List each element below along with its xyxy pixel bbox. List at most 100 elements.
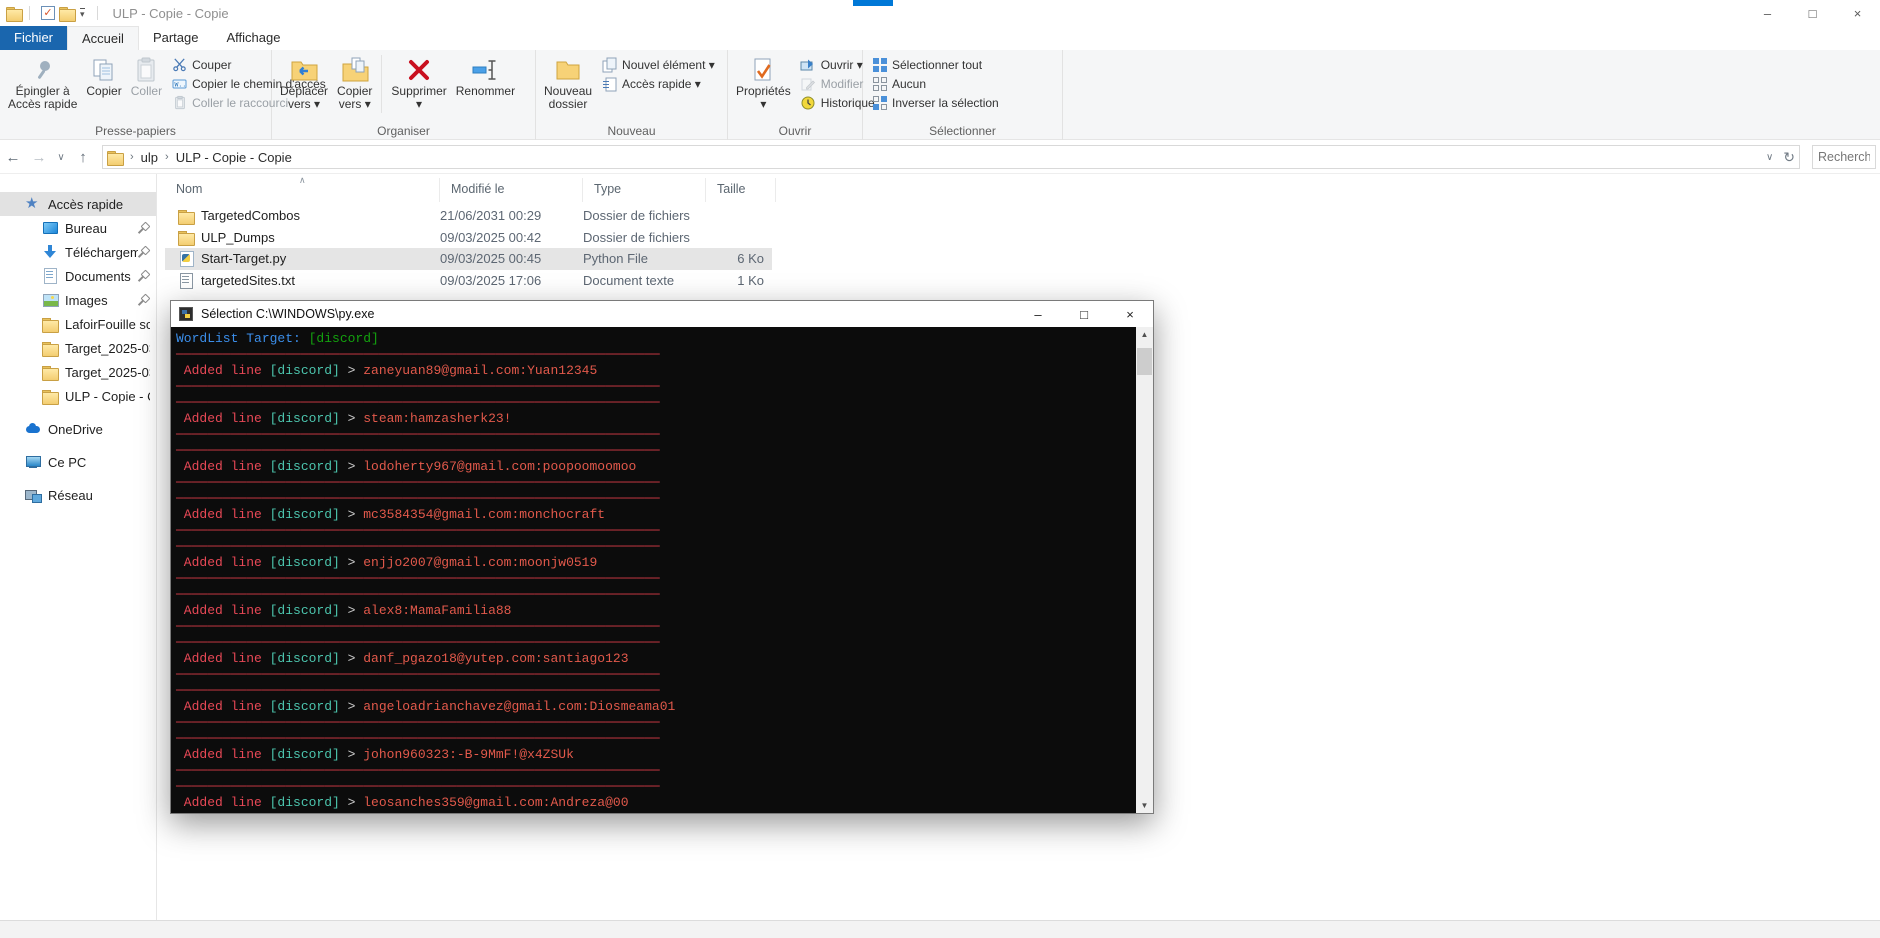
- entry-separator: >: [339, 747, 364, 762]
- added-line-label: Added line: [176, 507, 270, 522]
- delete-icon: [406, 55, 432, 85]
- file-row-targetedcombos[interactable]: TargetedCombos 21/06/2031 00:29 Dossier de…: [165, 205, 772, 227]
- file-name-cell: targetedSites.txt: [165, 272, 440, 289]
- tab-affichage[interactable]: Affichage: [212, 26, 294, 50]
- inverser-la-selection-button[interactable]: Inverser la sélection: [871, 93, 999, 112]
- sidebar-item-documents[interactable]: Documents: [0, 264, 156, 288]
- file-row-ulp-dumps[interactable]: ULP_Dumps 09/03/2025 00:42 Dossier de fich…: [165, 227, 772, 249]
- breadcrumb-item-ulp-copie-copie[interactable]: ULP - Copie - Copie: [176, 150, 292, 165]
- sidebar-item-target-2025-03-09[interactable]: Target_2025-03-09: [0, 360, 156, 384]
- console-scrollbar[interactable]: ▲ ▼: [1136, 327, 1153, 813]
- console-close-button[interactable]: ×: [1107, 301, 1153, 327]
- tab-fichier[interactable]: Fichier: [0, 26, 68, 50]
- sidebar-item-label: ULP - Copie - Copie: [65, 388, 150, 404]
- scrollbar-thumb[interactable]: [1137, 348, 1152, 375]
- sidebar-item-telechargements[interactable]: Téléchargements: [0, 240, 156, 264]
- console-rule: ────────────────────────────────────────…: [176, 571, 660, 586]
- column-header-taille[interactable]: Taille: [706, 178, 776, 202]
- sidebar-item-lafoirfouille-script[interactable]: LafoirFouille script: [0, 312, 156, 336]
- epingler-a-acces-rapide-button[interactable]: Épingler à Accès rapide: [4, 53, 81, 113]
- proprietes-button[interactable]: Propriétés ▾: [732, 53, 795, 113]
- target-name: [discord]: [308, 331, 379, 346]
- refresh-icon[interactable]: ↻: [1783, 149, 1795, 166]
- acces-rapide-button[interactable]: Accès rapide ▾: [601, 74, 715, 93]
- entry-separator: >: [339, 795, 364, 810]
- search-input[interactable]: [1813, 146, 1875, 168]
- search-box: [1812, 145, 1876, 169]
- copier-vers-button[interactable]: Copier vers ▾: [333, 53, 376, 113]
- sidebar-item-ce-pc[interactable]: Ce PC: [0, 450, 156, 474]
- copier-button[interactable]: Copier: [82, 53, 125, 100]
- scroll-up-icon[interactable]: ▲: [1136, 327, 1153, 342]
- sidebar: Accès rapide Bureau Téléchargements Documen…: [0, 174, 157, 920]
- aucun-button[interactable]: Aucun: [871, 74, 999, 93]
- entry-separator: >: [339, 459, 364, 474]
- python-icon: [178, 250, 194, 267]
- entry-tag: [discord]: [269, 507, 340, 522]
- supprimer-button[interactable]: Supprimer ▾: [387, 53, 450, 113]
- ribbon-mini-label: Ouvrir ▾: [820, 57, 863, 72]
- star-icon: [25, 194, 41, 212]
- breadcrumb[interactable]: › ulp › ULP - Copie - Copie ∨ ↻: [102, 145, 1800, 169]
- sidebar-item-images[interactable]: Images: [0, 288, 156, 312]
- edit-icon: [800, 76, 817, 92]
- console-window: Sélection C:\WINDOWS\py.exe – □ × WordLi…: [170, 300, 1154, 814]
- sidebar-item-onedrive[interactable]: OneDrive: [0, 417, 156, 441]
- chevron-right-icon: ›: [130, 151, 134, 163]
- sidebar-item-reseau[interactable]: Réseau: [0, 483, 156, 507]
- sidebar-item-ulp-copie-copie[interactable]: ULP - Copie - Copie: [0, 384, 156, 408]
- breadcrumb-item-ulp[interactable]: ulp: [141, 150, 158, 165]
- address-dropdown-icon[interactable]: ∨: [1766, 152, 1773, 163]
- ribbon-mini-label: Couper: [192, 57, 232, 72]
- quick-access-properties-icon[interactable]: ✓: [41, 6, 55, 20]
- sidebar-item-label: Documents: [65, 268, 131, 284]
- console-minimize-button[interactable]: –: [1015, 301, 1061, 327]
- console-title: Sélection C:\WINDOWS\py.exe: [201, 307, 375, 321]
- up-icon[interactable]: ↑: [70, 149, 96, 166]
- console-maximize-button[interactable]: □: [1061, 301, 1107, 327]
- quick-access-folder-icon[interactable]: [59, 6, 76, 22]
- explorer-titlebar[interactable]: ✓ ▾ ULP - Copie - Copie – □ ×: [0, 0, 1880, 26]
- selectionner-tout-button[interactable]: Sélectionner tout: [871, 55, 999, 74]
- scroll-down-icon[interactable]: ▼: [1136, 798, 1153, 813]
- ribbon-button-label: Déplacer vers ▾: [280, 84, 329, 111]
- ribbon-button-label: Épingler à Accès rapide: [8, 84, 78, 111]
- column-header-type[interactable]: Type: [583, 178, 706, 202]
- coller-button[interactable]: Coller: [127, 53, 166, 100]
- maximize-button[interactable]: □: [1790, 0, 1835, 26]
- customize-toolbar-icon[interactable]: ▾: [80, 8, 85, 19]
- quickaccess-icon: [601, 76, 618, 92]
- tab-accueil[interactable]: Accueil: [67, 26, 139, 50]
- file-type: Dossier de fichiers: [583, 208, 690, 224]
- console-entry: Added line [discord] > mc3584354@gmail.c…: [176, 507, 1136, 523]
- renommer-button[interactable]: Renommer: [452, 53, 519, 100]
- sidebar-item-bureau[interactable]: Bureau: [0, 216, 156, 240]
- ribbon-group-caption: Ouvrir: [778, 124, 812, 138]
- close-button[interactable]: ×: [1835, 0, 1880, 26]
- move-icon: [289, 55, 319, 85]
- back-icon[interactable]: ←: [0, 149, 26, 166]
- file-row-start-target-py[interactable]: Start-Target.py 09/03/2025 00:45 Python Fi…: [165, 248, 772, 270]
- entry-credential: lodoherty967@gmail.com:poopoomoomoo: [363, 459, 637, 474]
- nouvel-element-button[interactable]: Nouvel élément ▾: [601, 55, 715, 74]
- nouveau-dossier-button[interactable]: Nouveau dossier: [540, 53, 596, 113]
- entry-tag: [discord]: [269, 411, 340, 426]
- console-entry: Added line [discord] > steam:hamzasherk2…: [176, 411, 1136, 427]
- deplacer-vers-button[interactable]: Déplacer vers ▾: [276, 53, 332, 113]
- added-line-label: Added line: [176, 411, 270, 426]
- tab-partage[interactable]: Partage: [139, 26, 213, 50]
- recent-locations-icon[interactable]: ∨: [52, 152, 70, 163]
- minimize-button[interactable]: –: [1745, 0, 1790, 26]
- ribbon-button-label: Coller: [130, 84, 163, 98]
- forward-icon[interactable]: →: [26, 149, 52, 166]
- status-bar: [0, 920, 1880, 938]
- sidebar-item-acces-rapide[interactable]: Accès rapide: [0, 192, 156, 216]
- ribbon-group-caption: Sélectionner: [929, 124, 996, 138]
- console-titlebar[interactable]: Sélection C:\WINDOWS\py.exe – □ ×: [171, 301, 1153, 327]
- column-header-modifie[interactable]: Modifié le: [440, 178, 583, 202]
- address-bar: ← → ∨ ↑ › ulp › ULP - Copie - Copie ∨ ↻: [0, 141, 1880, 174]
- ribbon-group-selectionner: Sélectionner tout Aucun Inverser la sélect…: [863, 50, 1063, 140]
- ribbon-mini-label: Modifier: [820, 76, 864, 91]
- file-row-targetedsites-txt[interactable]: targetedSites.txt 09/03/2025 17:06 Documen…: [165, 270, 772, 292]
- sidebar-item-target-2025-03-08[interactable]: Target_2025-03-08: [0, 336, 156, 360]
